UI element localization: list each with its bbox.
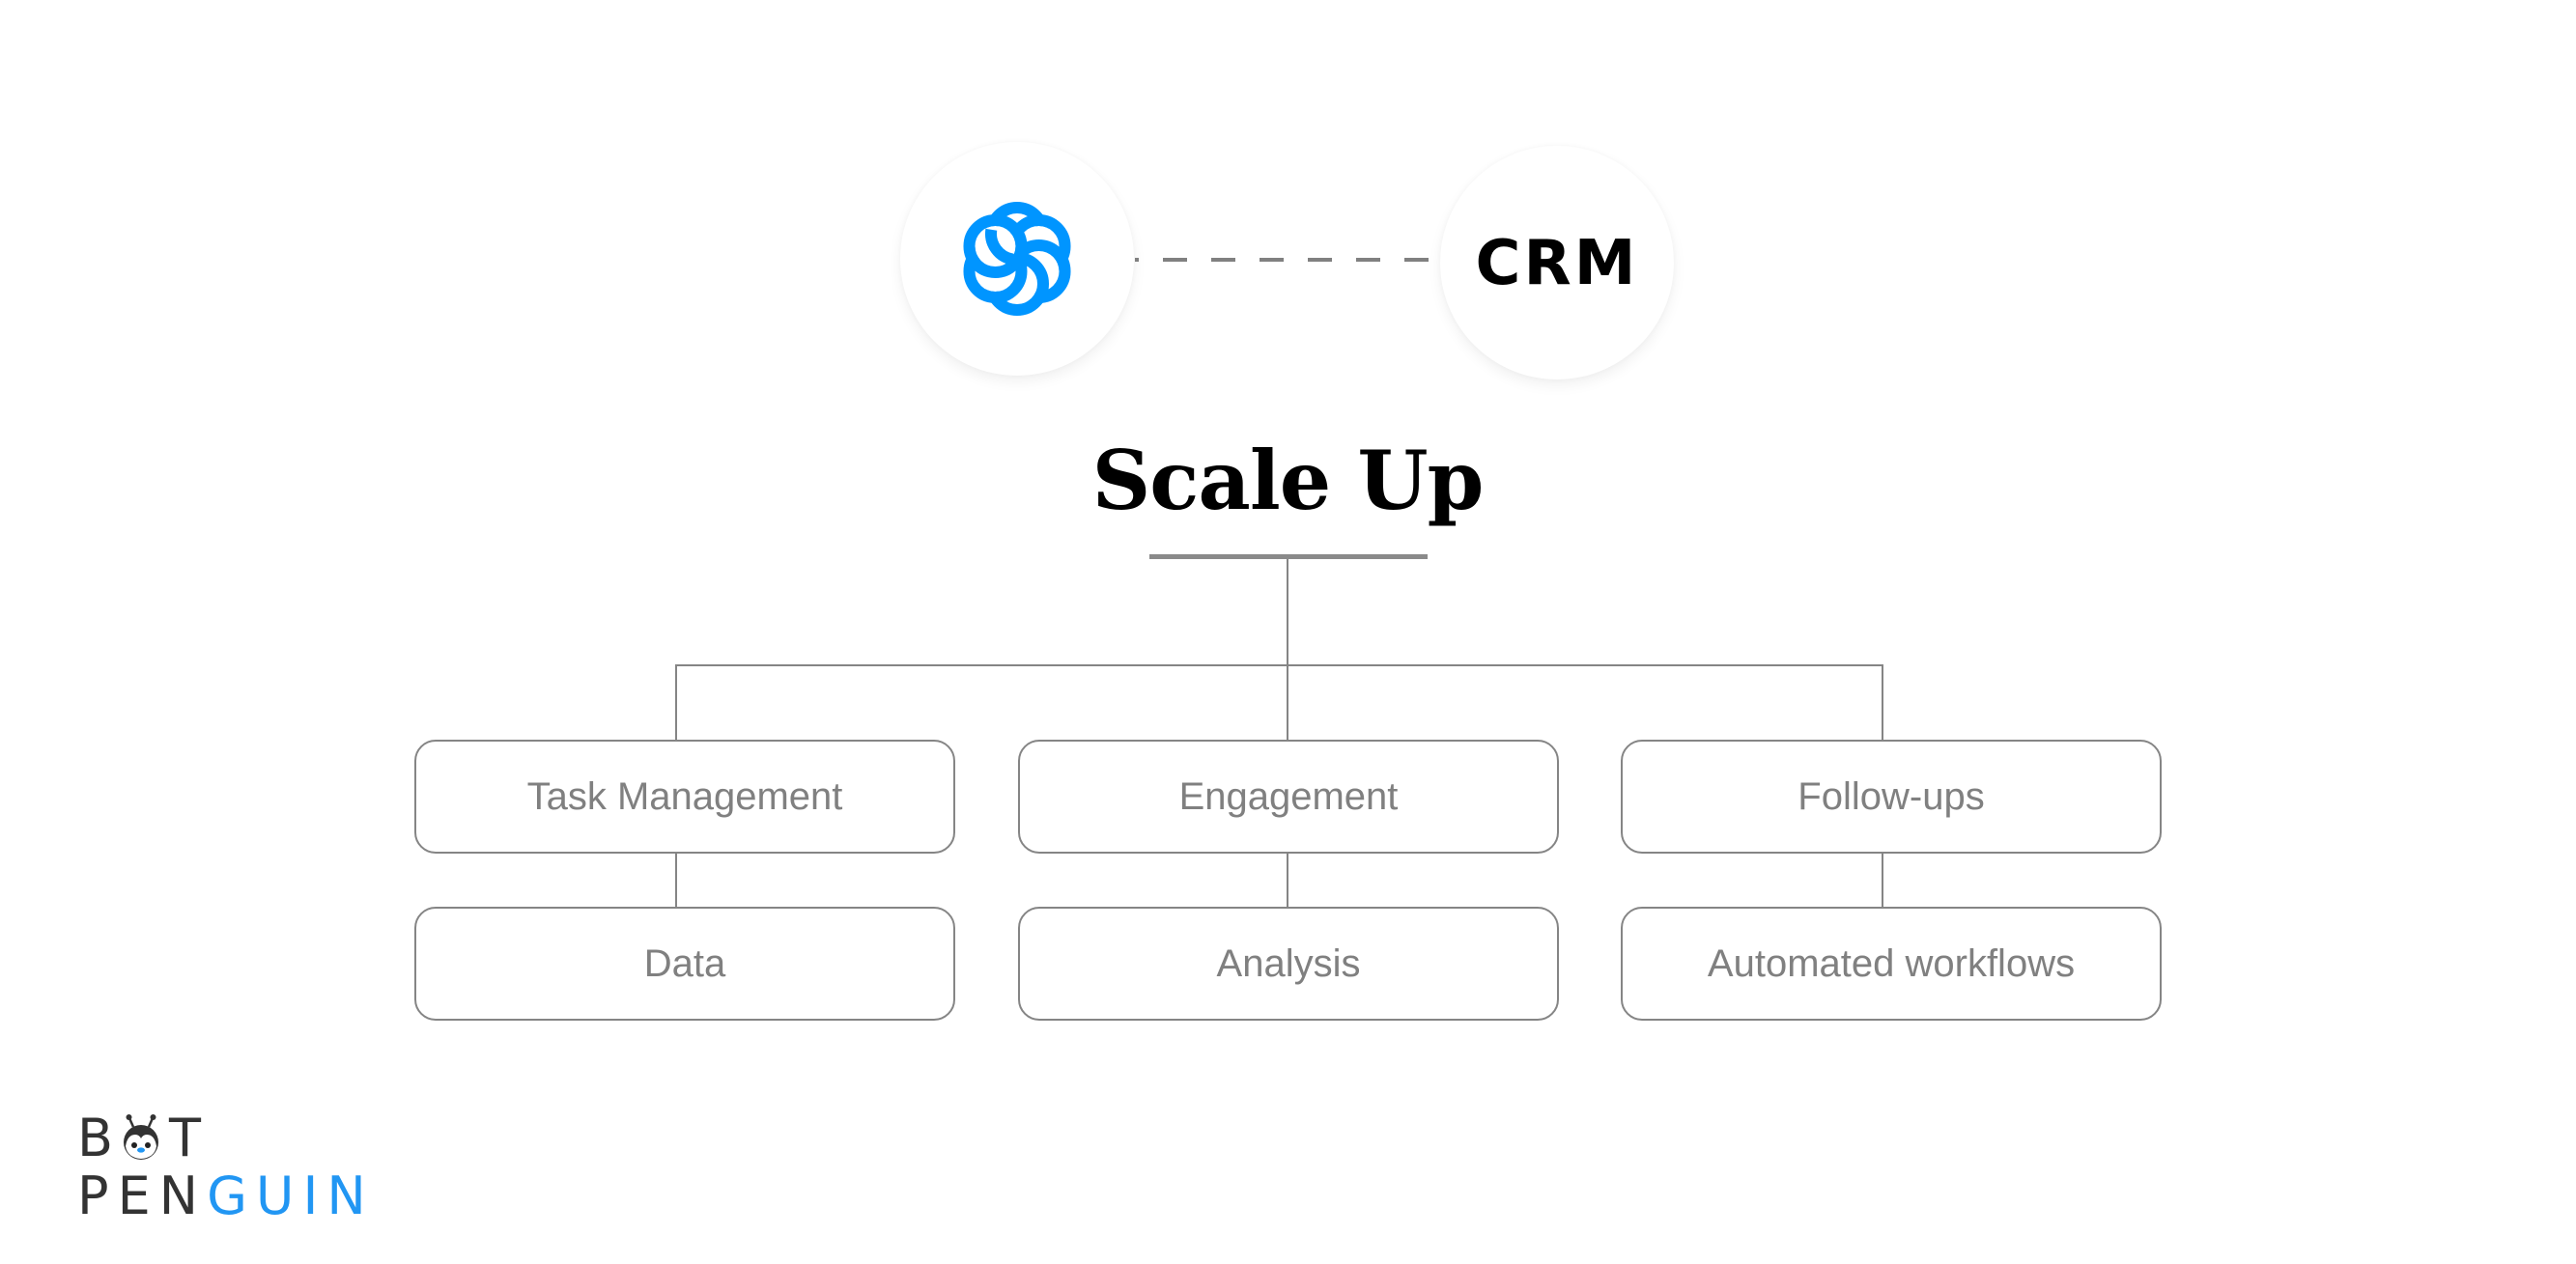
brand-letter-b: B	[77, 1108, 123, 1168]
brand-line-1: B T	[77, 1112, 375, 1165]
node-follow-ups: Follow-ups	[1621, 740, 2162, 854]
node-automated-workflows: Automated workflows	[1621, 907, 2162, 1021]
connector-column-1	[675, 853, 677, 907]
node-engagement: Engagement	[1018, 740, 1559, 854]
node-label: Task Management	[526, 774, 843, 818]
sendinblue-logo-badge	[900, 142, 1134, 376]
connection-dashed-line	[1135, 258, 1430, 262]
node-label: Analysis	[1216, 941, 1361, 985]
connector-column-3	[1882, 853, 1883, 907]
connector-stem	[1287, 559, 1288, 741]
botpenguin-logo: B T PENGUIN	[77, 1112, 375, 1222]
crm-badge: CRM	[1440, 146, 1674, 379]
node-label: Automated workflows	[1707, 941, 2076, 985]
connector-right-drop	[1882, 664, 1883, 741]
connector-column-2	[1287, 853, 1288, 907]
connector-horizontal-bar	[675, 664, 1883, 666]
connector-left-drop	[675, 664, 677, 741]
node-label: Follow-ups	[1798, 774, 1985, 818]
brand-letter-t: T	[169, 1108, 211, 1168]
node-label: Data	[643, 941, 726, 985]
diagram-title: Scale Up	[1091, 433, 1485, 528]
title-underline	[1149, 554, 1428, 559]
brand-line-2: PENGUIN	[77, 1170, 375, 1222]
node-analysis: Analysis	[1018, 907, 1559, 1021]
node-label: Engagement	[1178, 774, 1399, 818]
brand-pen: PEN	[77, 1166, 208, 1226]
crm-label: CRM	[1475, 228, 1639, 299]
node-data: Data	[414, 907, 955, 1021]
sendinblue-swirl-icon	[963, 202, 1071, 316]
brand-guin: GUIN	[207, 1166, 375, 1226]
node-task-management: Task Management	[414, 740, 955, 854]
penguin-head-icon	[124, 1114, 159, 1160]
